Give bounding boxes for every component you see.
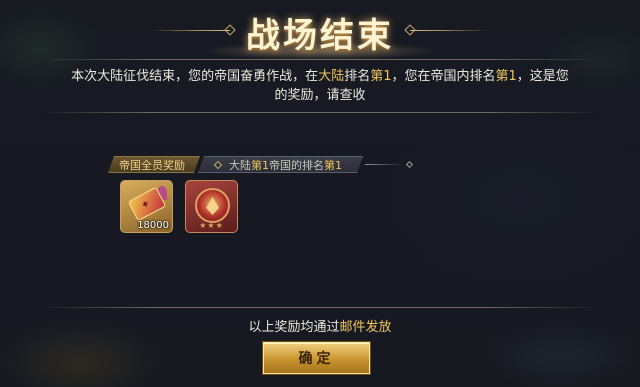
star-rating: ★★★: [199, 221, 224, 230]
tab-ranking-label-c: 帝国的排名: [269, 158, 324, 172]
message-text-2: 排名: [344, 69, 371, 84]
divider-bottom: [40, 307, 600, 308]
tab-empire-rewards[interactable]: 帝国全员奖励: [108, 156, 200, 173]
result-message: 本次大陆征伐结束，您的帝国奋勇作战，在大陆排名第1，您在帝国内排名第1，这是您的…: [70, 67, 570, 105]
tab-ranking-label-d: 第1: [324, 158, 342, 172]
message-text-1: 本次大陆征伐结束，您的帝国奋勇作战，在: [71, 69, 319, 84]
reward-items: ✦ 18000 ★★★: [120, 180, 238, 233]
delivery-note-prefix: 以上奖励均通过: [248, 320, 340, 335]
reward-item-emblem[interactable]: ★★★: [185, 180, 238, 233]
tab-tail-diamond-icon: [405, 160, 414, 169]
divider-top: [40, 59, 600, 60]
divider-mid: [40, 112, 600, 113]
dialog-title: 战场结束: [246, 15, 394, 56]
title-bar: 战场结束: [0, 6, 640, 58]
tab-empire-rewards-label: 帝国全员奖励: [119, 158, 185, 172]
tab-ranking-label-b: 第1: [251, 158, 269, 172]
message-rank-scope: 大陆: [318, 69, 345, 84]
battle-end-dialog: 战场结束 本次大陆征伐结束，您的帝国奋勇作战，在大陆排名第1，您在帝国内排名第1…: [0, 0, 640, 387]
tab-continent-ranking[interactable]: 大陆 第1 帝国的排名 第1: [198, 156, 363, 173]
delivery-note-mail: 邮件发放: [339, 320, 392, 335]
message-rank-continent: 第1: [370, 69, 392, 84]
message-rank-empire: 第1: [495, 69, 517, 84]
reward-item-count: 18000: [137, 220, 169, 231]
message-text-3: ，您在帝国内排名: [391, 69, 496, 84]
reward-item-ticket[interactable]: ✦ 18000: [120, 180, 173, 233]
tab-ranking-label-a: 大陆: [229, 158, 251, 172]
confirm-button[interactable]: 确定: [263, 342, 370, 374]
diamond-icon: [214, 160, 222, 168]
reward-tabs: 帝国全员奖励 大陆 第1 帝国的排名 第1: [108, 156, 414, 173]
delivery-note: 以上奖励均通过邮件发放: [0, 316, 640, 335]
tab-tail-line: [365, 164, 405, 165]
